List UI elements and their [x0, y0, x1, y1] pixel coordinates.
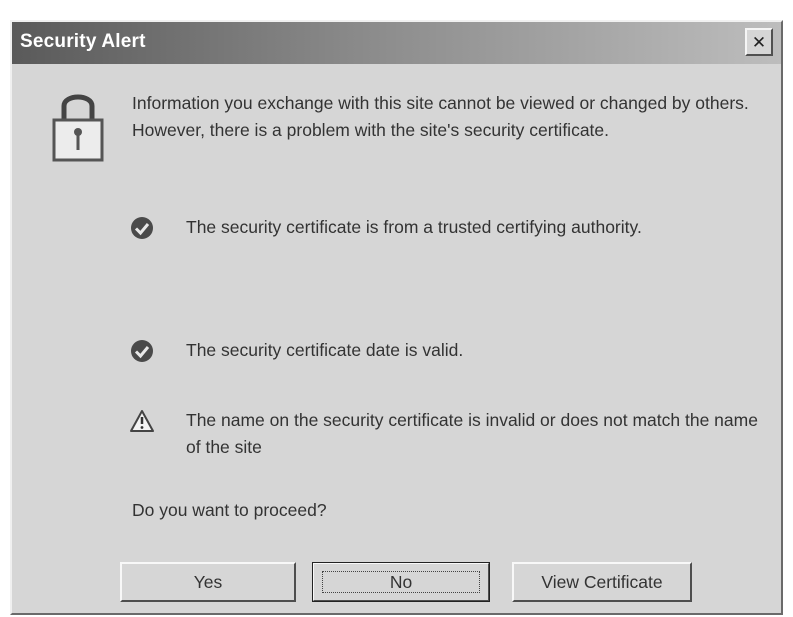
- dialog-title: Security Alert: [20, 31, 146, 52]
- intro-message: Information you exchange with this site …: [132, 93, 749, 140]
- view-certificate-button-label: View Certificate: [541, 571, 663, 592]
- focus-rectangle: [322, 571, 480, 593]
- item-text: The name on the security certificate is …: [186, 410, 758, 457]
- no-button[interactable]: No: [312, 562, 490, 602]
- security-alert-dialog: Security Alert ✕ Information you exchang…: [10, 20, 783, 615]
- lock-icon: [52, 94, 104, 162]
- check-icon: [131, 340, 153, 362]
- view-certificate-button[interactable]: View Certificate: [512, 562, 692, 602]
- certificate-check-date: The security certificate date is valid.: [130, 337, 770, 367]
- warning-icon: [130, 410, 154, 432]
- check-icon: [131, 217, 153, 239]
- close-button[interactable]: ✕: [745, 28, 773, 56]
- proceed-question: Do you want to proceed?: [132, 500, 327, 520]
- certificate-check-trusted-authority: The security certificate is from a trust…: [130, 214, 770, 244]
- close-icon: ✕: [751, 32, 767, 52]
- yes-button[interactable]: Yes: [120, 562, 296, 602]
- yes-button-label: Yes: [193, 571, 223, 592]
- item-text: The security certificate is from a trust…: [186, 217, 642, 237]
- title-bar[interactable]: Security Alert ✕: [12, 22, 781, 64]
- item-text: The security certificate date is valid.: [186, 340, 464, 360]
- certificate-check-name: The name on the security certificate is …: [130, 407, 770, 467]
